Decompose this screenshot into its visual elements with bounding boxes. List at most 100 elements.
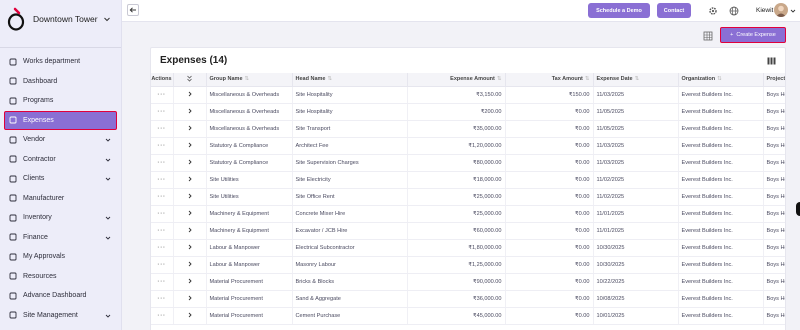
sidebar-item-clients[interactable]: Clients xyxy=(0,169,121,189)
column-header[interactable]: Project⇅ xyxy=(763,73,785,87)
chevron-right-icon[interactable] xyxy=(187,312,193,318)
project-cell: Boys Hostel Building (G+ xyxy=(763,137,785,155)
more-actions-icon[interactable]: ··· xyxy=(157,296,166,302)
sidebar-item-manufacturer[interactable]: Manufacturer xyxy=(0,189,121,209)
sort-icon[interactable]: ⇅ xyxy=(585,76,590,82)
schedule-demo-button[interactable]: Schedule a Demo xyxy=(588,3,650,18)
chevron-right-icon[interactable] xyxy=(187,142,193,148)
brand-selector[interactable]: Downtown Tower xyxy=(0,0,121,38)
chevron-right-icon[interactable] xyxy=(187,193,193,199)
more-actions-icon[interactable]: ··· xyxy=(157,262,166,268)
expand-all-icon[interactable] xyxy=(186,75,193,82)
sidebar-item-programs[interactable]: Programs xyxy=(0,91,121,111)
more-actions-icon[interactable]: ··· xyxy=(157,211,166,217)
page-title: Expenses (14) xyxy=(160,55,228,66)
table-row[interactable]: ··· Site Utilities Site Electricity ₹18,000… xyxy=(151,171,785,189)
chevron-down-icon[interactable] xyxy=(790,8,796,14)
column-header[interactable]: Expense Date ⇅ xyxy=(593,73,679,87)
sidebar-item-works-department[interactable]: Works department xyxy=(0,52,121,72)
sidebar-item-inventory[interactable]: Inventory xyxy=(0,208,121,228)
project-cell: Boys Hostel Building (G+ xyxy=(763,86,785,104)
more-actions-icon[interactable]: ··· xyxy=(157,245,166,251)
chevron-right-icon[interactable] xyxy=(187,295,193,301)
spreadsheet-icon[interactable] xyxy=(703,31,713,41)
more-actions-icon[interactable]: ··· xyxy=(157,126,166,132)
chevron-right-icon[interactable] xyxy=(187,227,193,233)
expense-date-cell: 11/03/2025 xyxy=(593,154,679,172)
column-header[interactable]: Tax Amount ⇅ xyxy=(505,73,594,87)
more-actions-icon[interactable]: ··· xyxy=(157,279,166,285)
group-name-cell: Statutory & Compliance xyxy=(206,137,293,155)
tax-amount-cell: ₹0.00 xyxy=(505,239,594,257)
sidebar-item-finance[interactable]: Finance xyxy=(0,228,121,248)
table-row[interactable]: ··· Material Procurement Cement Purchase ₹4… xyxy=(151,307,785,325)
clients-icon xyxy=(9,175,17,183)
sidebar-item-resources[interactable]: Resources xyxy=(0,267,121,287)
more-actions-icon[interactable]: ··· xyxy=(157,228,166,234)
create-expense-button[interactable]: + Create Expense xyxy=(720,27,786,43)
column-header[interactable]: Expense Amount ⇅ xyxy=(407,73,506,87)
more-actions-icon[interactable]: ··· xyxy=(157,177,166,183)
table-row[interactable]: ··· Labour & Manpower Masonry Labour ₹1,25,… xyxy=(151,256,785,274)
more-actions-icon[interactable]: ··· xyxy=(157,109,166,115)
table-row[interactable]: ··· Miscellaneous & Overheads Site Transpo… xyxy=(151,120,785,138)
columns-icon[interactable] xyxy=(767,57,776,65)
more-actions-icon[interactable]: ··· xyxy=(157,92,166,98)
chevron-right-icon[interactable] xyxy=(187,176,193,182)
sidebar-item-expenses[interactable]: Expenses xyxy=(4,110,117,130)
table-row[interactable]: ··· Material Procurement Bricks & Blocks ₹9… xyxy=(151,273,785,291)
sort-icon[interactable]: ⇅ xyxy=(245,76,250,82)
chevron-right-icon[interactable] xyxy=(187,278,193,284)
table-row[interactable]: ··· Machinery & Equipment Concrete Mixer H… xyxy=(151,205,785,223)
user-name[interactable]: Kiewit xyxy=(756,7,773,14)
chevron-right-icon[interactable] xyxy=(187,108,193,114)
chevron-right-icon[interactable] xyxy=(187,91,193,97)
chevron-right-icon[interactable] xyxy=(187,210,193,216)
sidebar-item-vendor[interactable]: Vendor xyxy=(0,130,121,150)
chevron-right-icon[interactable] xyxy=(187,159,193,165)
table-body: ··· Miscellaneous & Overheads Site Hospita… xyxy=(151,86,785,325)
table-row[interactable]: ··· Machinery & Equipment Excavator / JCB … xyxy=(151,222,785,240)
table-row[interactable]: ··· Labour & Manpower Electrical Subcontra… xyxy=(151,239,785,257)
sidebar-item-site-management[interactable]: Site Management xyxy=(0,306,121,326)
gear-icon[interactable] xyxy=(707,5,718,16)
sidebar-item-my-approvals[interactable]: My Approvals xyxy=(0,247,121,267)
sidebar-item-contractor[interactable]: Contractor xyxy=(0,150,121,170)
column-header[interactable]: Organization ⇅ xyxy=(678,73,764,87)
chevron-right-icon[interactable] xyxy=(187,261,193,267)
table-row[interactable]: ··· Material Procurement Sand & Aggregate ₹… xyxy=(151,290,785,308)
sidebar-item-dashboard[interactable]: Dashboard xyxy=(0,72,121,92)
chevron-right-icon[interactable] xyxy=(187,244,193,250)
organization-cell: Everest Builders Inc. xyxy=(678,137,764,155)
column-header-label: Head Name xyxy=(295,76,326,83)
back-button[interactable] xyxy=(127,4,139,16)
expense-date-cell: 10/08/2025 xyxy=(593,290,679,308)
table-row[interactable]: ··· Miscellaneous & Overheads Site Hospita… xyxy=(151,86,785,104)
more-actions-icon[interactable]: ··· xyxy=(157,143,166,149)
table-row[interactable]: ··· Statutory & Compliance Architect Fee ₹1… xyxy=(151,137,785,155)
group-name-cell: Labour & Manpower xyxy=(206,256,293,274)
sort-icon[interactable]: ⇅ xyxy=(327,76,332,82)
sort-icon[interactable]: ⇅ xyxy=(717,76,722,82)
contact-button[interactable]: Contact xyxy=(657,3,691,18)
group-name-cell: Machinery & Equipment xyxy=(206,205,293,223)
column-header[interactable]: Group Name ⇅ xyxy=(206,73,293,87)
resources-icon xyxy=(9,272,17,280)
table-row[interactable]: ··· Statutory & Compliance Site Supervisio… xyxy=(151,154,785,172)
sort-icon[interactable]: ⇅ xyxy=(635,76,640,82)
expense-amount-cell: ₹80,000.00 xyxy=(407,154,506,172)
more-actions-icon[interactable]: ··· xyxy=(157,160,166,166)
more-actions-icon[interactable]: ··· xyxy=(157,313,166,319)
avatar[interactable] xyxy=(774,3,788,17)
table-row[interactable]: ··· Miscellaneous & Overheads Site Hospita… xyxy=(151,103,785,121)
table-row[interactable]: ··· Site Utilities Site Office Rent ₹25,000… xyxy=(151,188,785,206)
group-name-cell: Miscellaneous & Overheads xyxy=(206,120,293,138)
project-cell: Boys Hostel Building (G+ xyxy=(763,222,785,240)
column-header[interactable]: Head Name ⇅ xyxy=(292,73,408,87)
sidebar-item-advance-dashboard[interactable]: Advance Dashboard xyxy=(0,286,121,306)
chevron-right-icon[interactable] xyxy=(187,125,193,131)
globe-icon[interactable] xyxy=(728,5,739,16)
scroll-indicator[interactable] xyxy=(796,202,800,216)
sort-icon[interactable]: ⇅ xyxy=(497,76,502,82)
more-actions-icon[interactable]: ··· xyxy=(157,194,166,200)
